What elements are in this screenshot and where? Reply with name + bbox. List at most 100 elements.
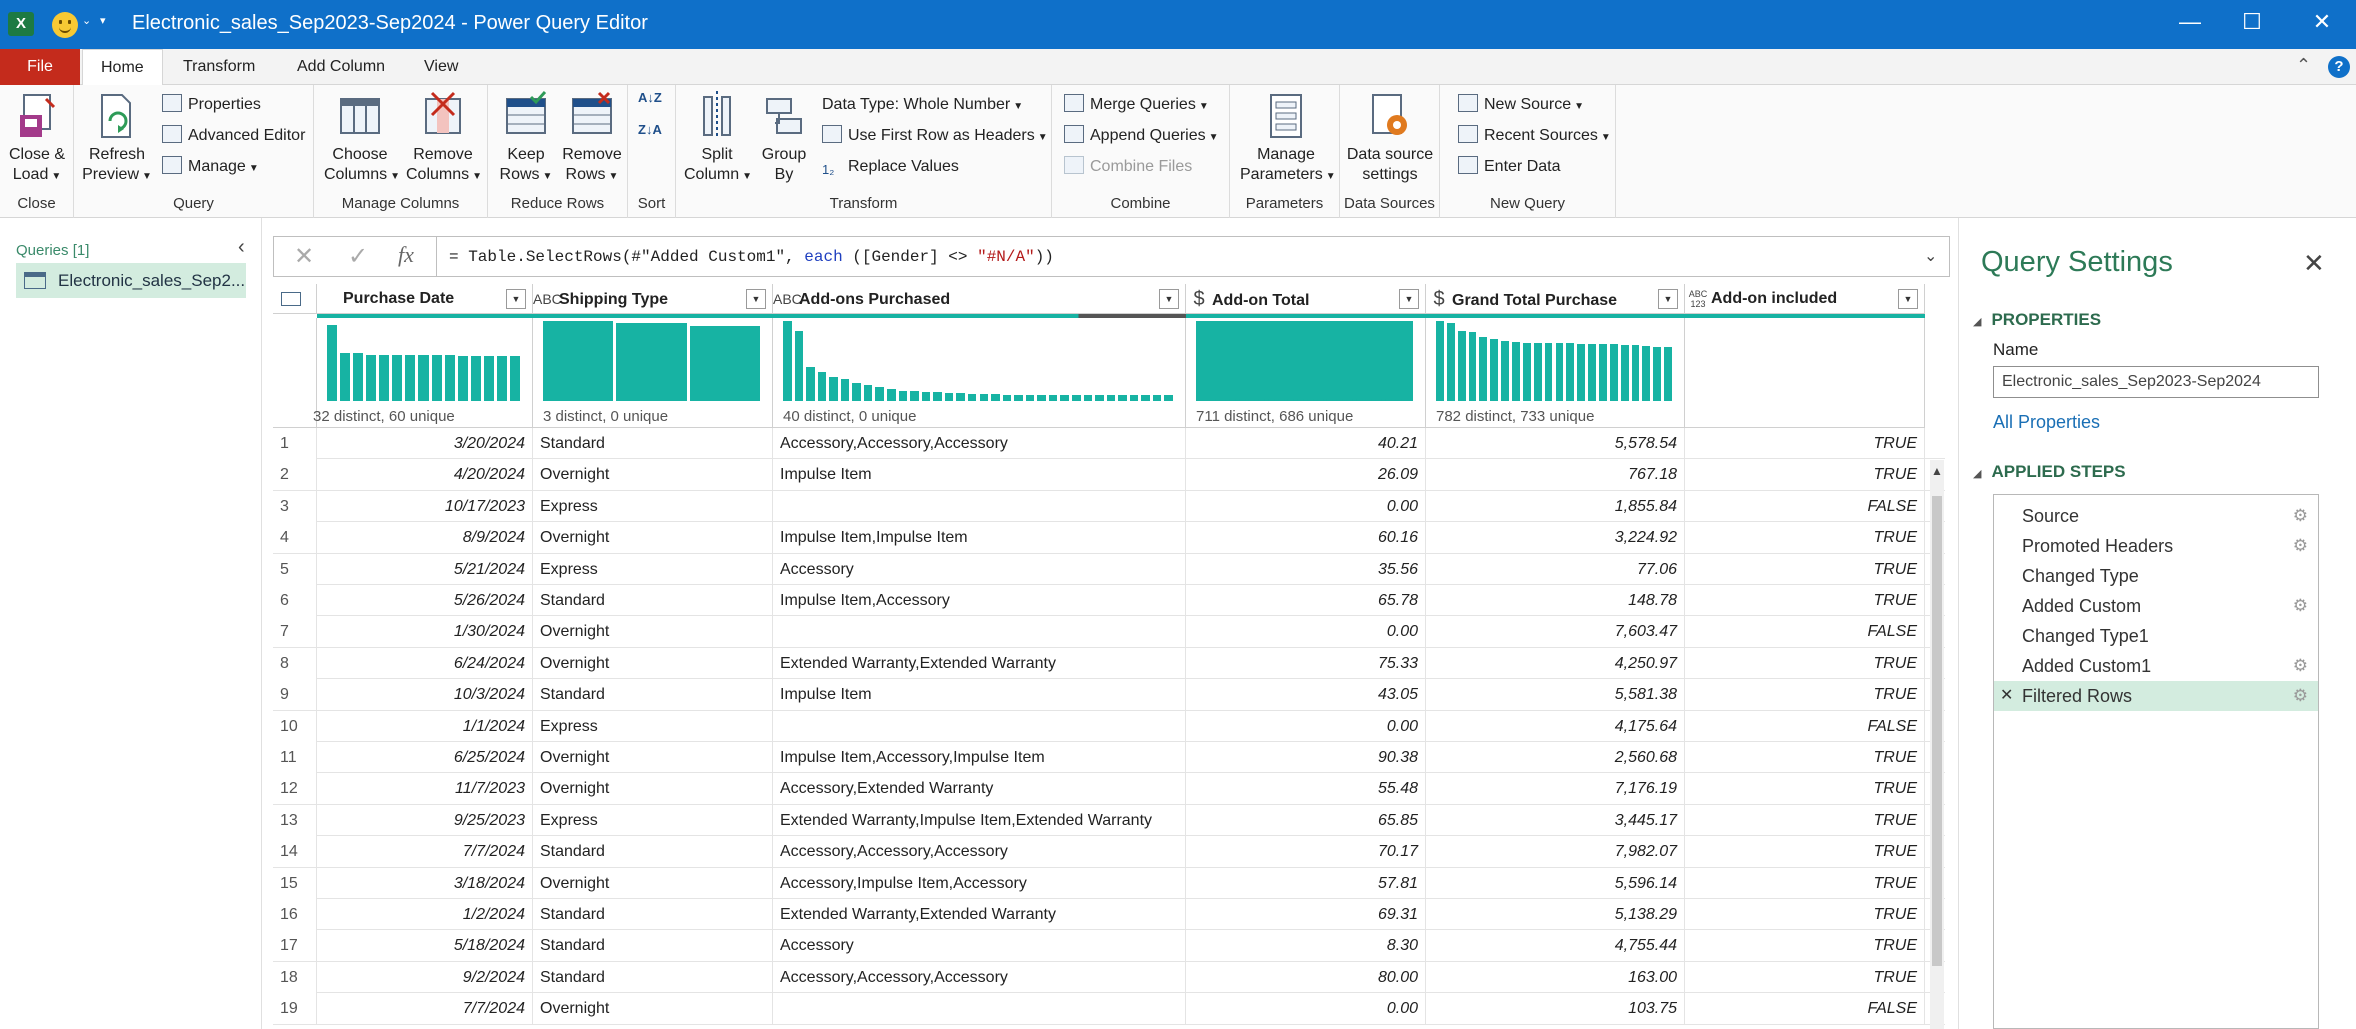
advanced-editor-button[interactable]: Advanced Editor [162,124,305,148]
table-cell[interactable]: 10/3/2024 [317,679,533,711]
distribution-bar[interactable] [991,394,1000,401]
distribution-bar[interactable] [1152,395,1162,401]
manage-button[interactable]: Manage ▼ [162,155,259,179]
column-header[interactable]: ABCAdd-ons Purchased ▼ [773,284,1186,314]
distribution-bar[interactable] [1002,395,1012,401]
table-cell[interactable]: FALSE [1685,490,1925,522]
table-cell[interactable]: 26.09 [1186,459,1426,491]
table-cell[interactable]: 1/1/2024 [317,710,533,742]
table-cell[interactable]: Impulse Item,Impulse Item [773,522,1186,554]
distribution-bar[interactable] [1555,343,1564,401]
table-row[interactable]: 3 10/17/2023 Express 0.00 1,855.84 FALSE [273,490,1945,523]
table-row[interactable]: 11 6/25/2024 Overnight Impulse Item,Accesso… [273,742,1945,774]
table-cell[interactable]: TRUE [1685,459,1925,491]
distribution-bar[interactable] [956,393,965,401]
minimize-icon[interactable]: — [2170,9,2210,35]
distribution-bar[interactable] [1048,395,1058,401]
use-first-row-headers-button[interactable]: Use First Row as Headers ▼ [822,124,1048,148]
table-cell[interactable]: TRUE [1685,742,1925,773]
distribution-bar[interactable] [967,394,977,401]
scroll-up-icon[interactable]: ▲ [1930,464,1944,478]
table-row[interactable]: 8 6/24/2024 Overnight Extended Warranty,Ext… [273,647,1945,680]
new-source-button[interactable]: New Source ▼ [1458,93,1584,117]
table-cell[interactable]: Extended Warranty,Impulse Item,Extended … [773,804,1186,836]
table-cell[interactable]: Impulse Item,Accessory [773,585,1186,616]
remove-columns-button[interactable]: Remove Columns ▼ [406,91,482,187]
table-cell[interactable]: 7,176.19 [1426,773,1685,805]
distribution-bar[interactable] [1037,395,1046,401]
filter-dropdown-icon[interactable]: ▼ [1898,289,1918,309]
keep-rows-button[interactable]: Keep Rows ▼ [496,90,556,187]
table-cell[interactable]: 69.31 [1186,899,1426,930]
applied-step[interactable]: ✕ Filtered Rows ⚙ [1994,681,2318,711]
filter-dropdown-icon[interactable]: ▼ [1399,289,1419,309]
tab-home[interactable]: Home [82,49,163,86]
recent-sources-button[interactable]: Recent Sources ▼ [1458,124,1611,148]
column-header[interactable]: ABCShipping Type ▼ [533,284,773,314]
distribution-bar[interactable] [1060,395,1069,401]
applied-step[interactable]: Changed Type [1994,561,2318,591]
table-cell[interactable]: 75.33 [1186,647,1426,679]
table-cell[interactable]: FALSE [1685,616,1925,648]
merge-queries-button[interactable]: Merge Queries ▼ [1064,93,1209,117]
replace-values-button[interactable]: 1₂ Replace Values [822,155,959,179]
distribution-bar[interactable] [817,372,827,401]
cancel-icon[interactable]: ✕ [294,242,314,271]
table-row[interactable]: 19 7/7/2024 Overnight 0.00 103.75 FALSE [273,993,1945,1025]
collapse-queries-icon[interactable]: ‹ [238,236,245,259]
table-cell[interactable]: TRUE [1685,428,1925,459]
table-cell[interactable]: 148.78 [1426,585,1685,616]
table-row[interactable]: 7 1/30/2024 Overnight 0.00 7,603.47 FALSE [273,616,1945,648]
table-cell[interactable]: Standard [533,585,773,616]
formula-input[interactable]: = Table.SelectRows(#"Added Custom1", eac… [449,248,1054,266]
distribution-bar[interactable] [1129,395,1139,401]
distribution-bar[interactable] [829,377,838,401]
tab-view[interactable]: View [406,49,476,85]
distribution-bar[interactable] [543,321,614,401]
table-cell[interactable]: 3,224.92 [1426,522,1685,554]
table-cell[interactable]: 2,560.68 [1426,742,1685,773]
expand-formula-icon[interactable]: ⌄ [1924,246,1937,266]
table-cell[interactable]: 77.06 [1426,553,1685,585]
vertical-scrollbar[interactable]: ▲ [1930,460,1944,1029]
table-row[interactable]: 4 8/9/2024 Overnight Impulse Item,Impulse I… [273,522,1945,554]
distribution-bar[interactable] [1664,347,1672,401]
applied-step[interactable]: Changed Type1 [1994,621,2318,651]
distribution-bar[interactable] [1196,321,1413,401]
distribution-bar[interactable] [1025,395,1035,401]
distribution-bar[interactable] [1071,395,1081,401]
distribution-bar[interactable] [1014,395,1023,401]
table-cell[interactable]: TRUE [1685,679,1925,711]
tab-transform[interactable]: Transform [165,49,273,85]
distribution-bar[interactable] [852,383,861,401]
applied-step[interactable]: Source ⚙ [1994,501,2318,531]
remove-rows-button[interactable]: Remove Rows ▼ [560,91,624,187]
table-row[interactable]: 12 11/7/2023 Overnight Accessory,Extended W… [273,773,1945,805]
table-cell[interactable]: FALSE [1685,993,1925,1025]
collapse-ribbon-icon[interactable]: ⌃ [2296,55,2311,76]
filter-dropdown-icon[interactable]: ▼ [746,289,766,309]
filter-dropdown-icon[interactable]: ▼ [1159,289,1179,309]
table-cell[interactable]: 80.00 [1186,961,1426,993]
data-type-dropdown[interactable]: Data Type: Whole Number ▼ [822,93,1023,117]
table-menu-icon[interactable] [273,284,317,314]
table-row[interactable]: 1 3/20/2024 Standard Accessory,Accessory,Ac… [273,428,1945,460]
table-cell[interactable]: Overnight [533,742,773,773]
table-cell[interactable]: Express [533,804,773,836]
distribution-bar[interactable] [1653,347,1662,401]
table-cell[interactable]: TRUE [1685,553,1925,585]
quick-access-customize-icon[interactable]: ▾ [100,14,106,27]
distribution-bar[interactable] [327,325,338,401]
table-cell[interactable]: 7,982.07 [1426,836,1685,868]
column-header[interactable]: $ Grand Total Purchase ▼ [1426,284,1685,314]
table-cell[interactable]: 55.48 [1186,773,1426,805]
table-cell[interactable]: TRUE [1685,930,1925,962]
query-name-input[interactable]: Electronic_sales_Sep2023-Sep2024 [1993,366,2319,398]
table-cell[interactable]: TRUE [1685,899,1925,930]
tab-file[interactable]: File [0,49,80,85]
table-cell[interactable]: TRUE [1685,773,1925,805]
distribution-bar[interactable] [392,355,403,401]
distribution-bar[interactable] [1457,331,1466,401]
table-cell[interactable]: Extended Warranty,Extended Warranty [773,899,1186,930]
table-cell[interactable]: 7/7/2024 [317,993,533,1025]
